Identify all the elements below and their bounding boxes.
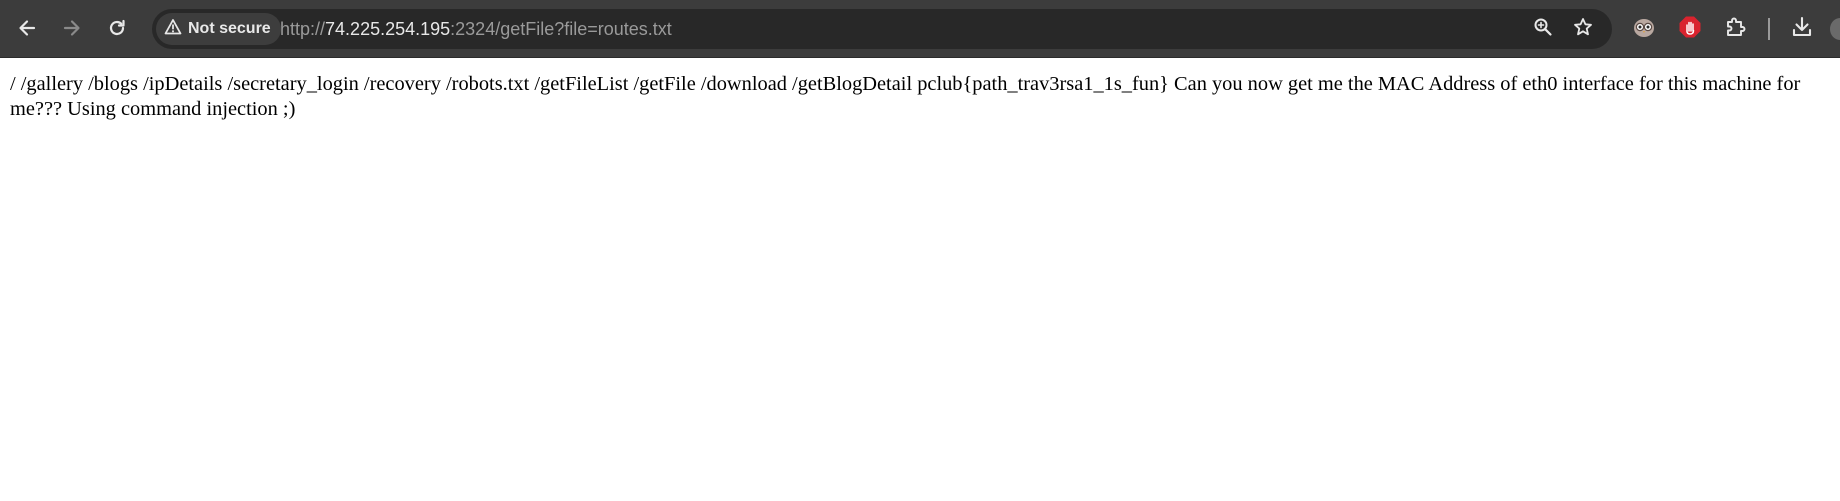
back-arrow-icon [17,18,37,38]
browser-toolbar: Not secure http://74.225.254.195:2324/ge… [0,0,1840,58]
security-label: Not secure [188,20,271,37]
toolbar-divider [1768,18,1770,40]
profile-avatar[interactable] [1830,18,1840,40]
back-button[interactable] [8,9,46,47]
page-body-text: / /gallery /blogs /ipDetails /secretary_… [10,73,1801,120]
stop-hand-extension-icon [1678,15,1702,44]
reload-icon [107,18,127,38]
owl-extension-button[interactable] [1630,15,1658,43]
bookmark-button[interactable] [1572,17,1594,42]
url-scheme: http:// [280,19,326,39]
zoom-button[interactable] [1532,18,1554,40]
downloads-button[interactable] [1788,15,1816,43]
reload-button[interactable] [98,9,136,47]
forward-button[interactable] [53,9,91,47]
url-host: 74.225.254.195 [325,19,451,39]
warning-triangle-icon [164,18,182,41]
zoom-icon [1533,17,1553,42]
stop-hand-extension-button[interactable] [1676,15,1704,43]
star-icon [1573,17,1593,42]
url-path: :2324/getFile?file=routes.txt [450,19,672,39]
page-content: / /gallery /blogs /ipDetails /secretary_… [0,58,1840,501]
url-text[interactable]: http://74.225.254.195:2324/getFile?file=… [280,9,672,49]
puzzle-icon [1724,15,1748,44]
security-indicator[interactable]: Not secure [156,13,281,45]
address-bar[interactable]: Not secure http://74.225.254.195:2324/ge… [152,9,1612,49]
extensions-button[interactable] [1722,15,1750,43]
forward-arrow-icon [62,18,82,38]
download-icon [1790,15,1814,44]
owl-extension-icon [1632,15,1656,44]
